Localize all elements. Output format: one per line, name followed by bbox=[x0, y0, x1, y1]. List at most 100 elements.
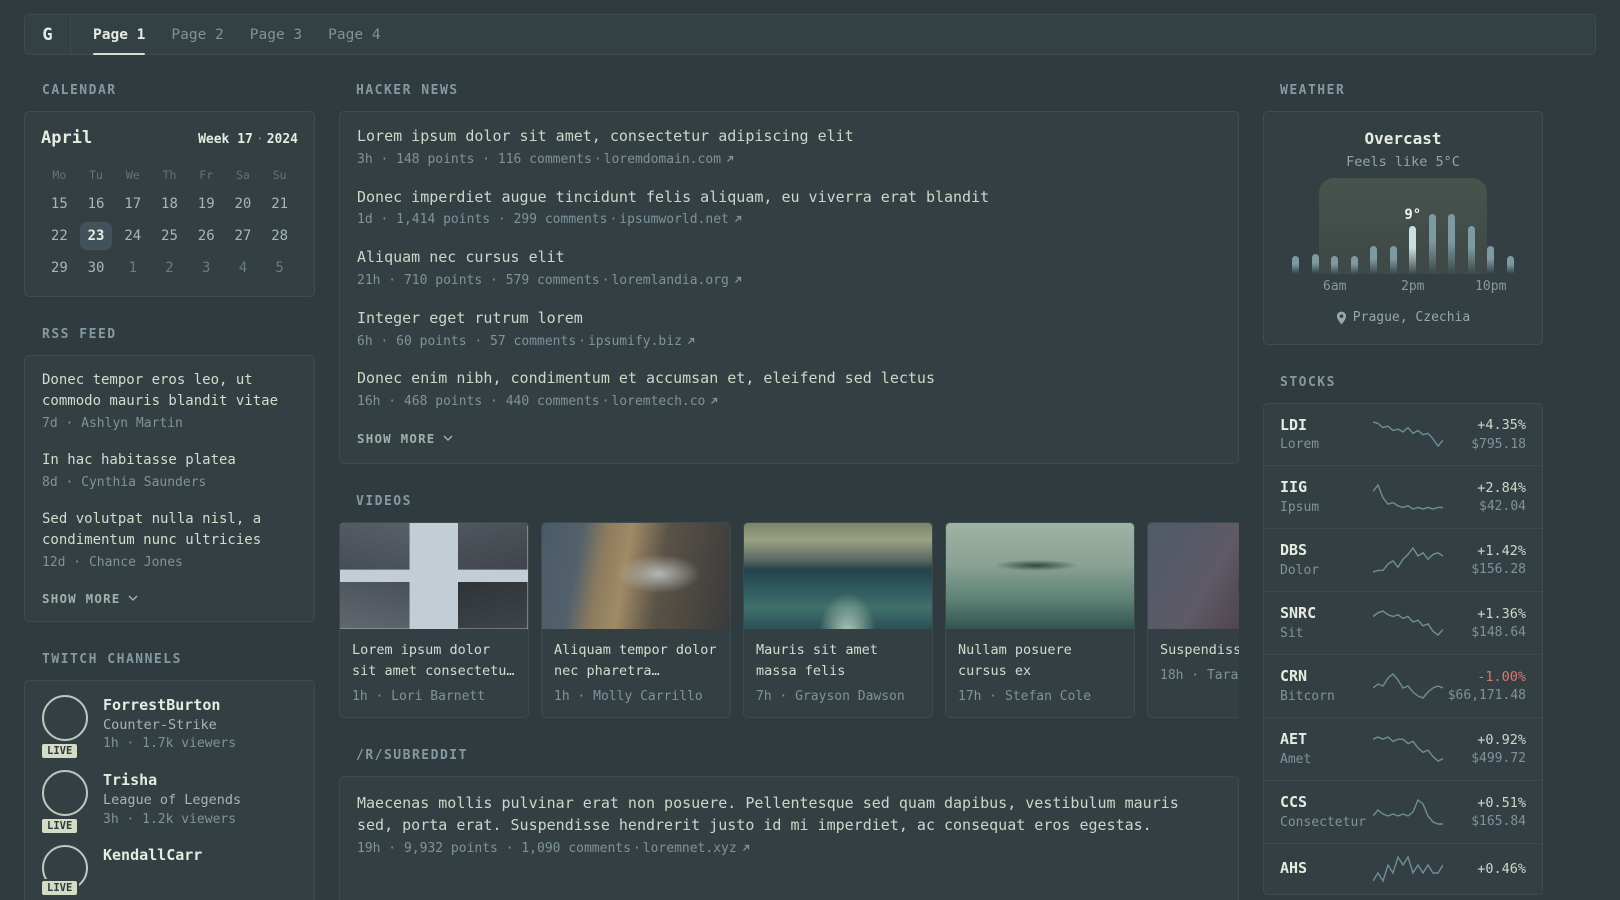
video-thumbnail bbox=[340, 522, 528, 629]
hackernews-section: HACKER NEWS Lorem ipsum dolor sit amet, … bbox=[339, 83, 1239, 464]
chevron-down-icon bbox=[443, 435, 453, 442]
calendar-day[interactable]: 27 bbox=[227, 222, 259, 250]
live-badge: LIVE bbox=[40, 741, 80, 760]
calendar-day[interactable]: 25 bbox=[153, 222, 185, 250]
hackernews-item-title[interactable]: Integer eget rutrum lorem bbox=[357, 308, 1221, 330]
page-tab[interactable]: Page 2 bbox=[171, 15, 223, 54]
hackernews-item-domain[interactable]: ipsumify.biz bbox=[588, 334, 682, 349]
stock-row[interactable]: AHS +0.46% bbox=[1264, 843, 1542, 894]
stock-values: +0.92% $499.72 bbox=[1444, 730, 1526, 768]
hackernews-item-domain[interactable]: loremtech.co bbox=[611, 394, 705, 409]
weather-section: WEATHER Overcast Feels like 5°C 6am 9° 2… bbox=[1263, 83, 1543, 345]
subreddit-section: /R/SUBREDDIT Maecenas mollis pulvinar er… bbox=[339, 748, 1239, 900]
rss-item[interactable]: Donec tempor eros leo, ut commodo mauris… bbox=[42, 370, 297, 434]
reddit-post-title[interactable]: Maecenas mollis pulvinar erat non posuer… bbox=[357, 792, 1221, 837]
calendar-day[interactable]: 17 bbox=[117, 190, 149, 218]
hackernews-item[interactable]: Aliquam nec cursus elit 21h · 710 points… bbox=[357, 247, 1221, 291]
rss-item-meta: 7d · Ashlyn Martin bbox=[42, 416, 183, 431]
twitch-channel[interactable]: LIVE ForrestBurton Counter-Strike 1h · 1… bbox=[40, 694, 297, 760]
calendar-week-year: Week 17 · 2024 bbox=[198, 132, 298, 147]
calendar-day[interactable]: 24 bbox=[117, 222, 149, 250]
stock-row[interactable]: IIG Ipsum +2.84% $42.04 bbox=[1264, 465, 1542, 528]
calendar-day[interactable]: 20 bbox=[227, 190, 259, 218]
app-logo[interactable]: G bbox=[25, 15, 71, 54]
twitch-channel-meta: 1h · 1.7k viewers bbox=[103, 736, 237, 752]
video-card[interactable]: Aliquam tempor dolor nec pharetra… 1h · … bbox=[541, 521, 731, 718]
stock-sparkline bbox=[1372, 609, 1444, 637]
twitch-channel[interactable]: LIVE Trisha League of Legends 3h · 1.2k … bbox=[40, 769, 297, 836]
rss-widget: Donec tempor eros leo, ut commodo mauris… bbox=[24, 355, 315, 622]
calendar-day-header: Mo bbox=[52, 168, 67, 182]
hackernews-item-title[interactable]: Aliquam nec cursus elit bbox=[357, 247, 1221, 269]
video-card-body: Suspendisse diam 18h · Tara bbox=[1148, 629, 1239, 696]
hackernews-item-domain[interactable]: loremdomain.com bbox=[604, 152, 721, 167]
calendar-month: April bbox=[41, 128, 93, 148]
calendar-day[interactable]: 22 bbox=[43, 222, 75, 250]
weather-bar bbox=[1389, 246, 1397, 274]
calendar-day[interactable]: 3 bbox=[190, 254, 222, 282]
calendar-day[interactable]: 2 bbox=[153, 254, 185, 282]
hackernews-item-title[interactable]: Lorem ipsum dolor sit amet, consectetur … bbox=[357, 126, 1221, 148]
calendar-day[interactable]: 4 bbox=[227, 254, 259, 282]
stock-ticker: CCS bbox=[1280, 793, 1308, 812]
calendar-day[interactable]: 21 bbox=[264, 190, 296, 218]
hackernews-item[interactable]: Donec imperdiet augue tincidunt felis al… bbox=[357, 187, 1221, 231]
calendar-day[interactable]: 29 bbox=[43, 254, 75, 282]
stock-sparkline bbox=[1372, 546, 1444, 574]
twitch-channel[interactable]: LIVE KendallCarr bbox=[40, 845, 297, 898]
video-card[interactable]: Suspendisse diam 18h · Tara bbox=[1147, 521, 1239, 718]
hackernews-item-domain[interactable]: loremlandia.org bbox=[611, 273, 728, 288]
hackernews-item[interactable]: Integer eget rutrum lorem 6h · 60 points… bbox=[357, 308, 1221, 352]
calendar-day[interactable]: 18 bbox=[153, 190, 185, 218]
reddit-post-domain[interactable]: loremnet.xyz bbox=[643, 841, 737, 856]
stock-row[interactable]: SNRC Sit +1.36% $148.64 bbox=[1264, 591, 1542, 654]
calendar-day[interactable]: 1 bbox=[117, 254, 149, 282]
hackernews-item[interactable]: Donec enim nibh, condimentum et accumsan… bbox=[357, 368, 1221, 412]
calendar-day[interactable]: 15 bbox=[43, 190, 75, 218]
calendar-day[interactable]: 5 bbox=[264, 254, 296, 282]
page-tab[interactable]: Page 4 bbox=[328, 15, 380, 54]
calendar-day[interactable]: 28 bbox=[264, 222, 296, 250]
hackernews-item[interactable]: Lorem ipsum dolor sit amet, consectetur … bbox=[357, 126, 1221, 170]
twitch-channel-name: KendallCarr bbox=[103, 846, 203, 865]
external-link-icon bbox=[687, 337, 695, 344]
calendar-day[interactable]: 30 bbox=[80, 254, 112, 282]
video-card[interactable]: Mauris sit amet massa felis 7h · Grayson… bbox=[743, 521, 933, 718]
external-link-icon bbox=[711, 397, 718, 405]
stock-values: +1.42% $156.28 bbox=[1444, 541, 1526, 579]
calendar-day[interactable]: 26 bbox=[190, 222, 222, 250]
stock-id: DBS Dolor bbox=[1280, 540, 1372, 580]
page-tab[interactable]: Page 3 bbox=[250, 15, 302, 54]
stock-row[interactable]: LDI Lorem +4.35% $795.18 bbox=[1264, 404, 1542, 466]
weather-hour bbox=[1345, 194, 1365, 274]
video-title: Mauris sit amet massa felis bbox=[756, 641, 878, 679]
hackernews-item-domain[interactable]: ipsumworld.net bbox=[619, 212, 729, 227]
page-tab[interactable]: Page 1 bbox=[93, 15, 146, 55]
hackernews-item-title[interactable]: Donec imperdiet augue tincidunt felis al… bbox=[357, 187, 1221, 209]
stock-row[interactable]: CRN Bitcorn -1.00% $66,171.48 bbox=[1264, 654, 1542, 717]
calendar-day[interactable]: 23 bbox=[80, 222, 113, 250]
section-title-hackernews: HACKER NEWS bbox=[356, 83, 459, 98]
calendar-day[interactable]: 16 bbox=[80, 190, 112, 218]
stock-row[interactable]: CCS Consectetur +0.51% $165.84 bbox=[1264, 780, 1542, 843]
calendar-grid: Mo Tu We Th Fr Sa Su 15 16 17 18 19 20 2… bbox=[41, 164, 298, 282]
stock-row[interactable]: AET Amet +0.92% $499.72 bbox=[1264, 717, 1542, 780]
live-badge: LIVE bbox=[40, 817, 80, 836]
reddit-post[interactable]: Maecenas mollis pulvinar erat non posuer… bbox=[357, 792, 1221, 859]
hackernews-item-title[interactable]: Donec enim nibh, condimentum et accumsan… bbox=[357, 368, 1221, 390]
rss-item[interactable]: In hac habitasse platea 8d · Cynthia Sau… bbox=[42, 450, 297, 493]
rss-show-more-button[interactable]: SHOW MORE bbox=[42, 591, 138, 606]
hackernews-show-more-button[interactable]: SHOW MORE bbox=[357, 431, 453, 446]
calendar-day[interactable]: 19 bbox=[190, 190, 222, 218]
video-card[interactable]: Nullam posuere cursus ex 17h · Stefan Co… bbox=[945, 521, 1135, 718]
section-title-subreddit: /R/SUBREDDIT bbox=[356, 747, 468, 763]
stock-id: CCS Consectetur bbox=[1280, 792, 1372, 832]
video-card[interactable]: Lorem ipsum dolor sit amet consectetu… 1… bbox=[339, 521, 529, 718]
external-link-icon bbox=[727, 155, 734, 162]
avatar bbox=[42, 769, 88, 816]
calendar-day-header: Sa bbox=[235, 168, 250, 182]
stock-row[interactable]: DBS Dolor +1.42% $156.28 bbox=[1264, 528, 1542, 591]
video-card-body: Mauris sit amet massa felis 7h · Grayson… bbox=[744, 629, 932, 717]
rss-item[interactable]: Sed volutpat nulla nisl, a condimentum n… bbox=[42, 509, 297, 573]
rss-item-title: Sed volutpat nulla nisl, a condimentum n… bbox=[42, 510, 262, 548]
